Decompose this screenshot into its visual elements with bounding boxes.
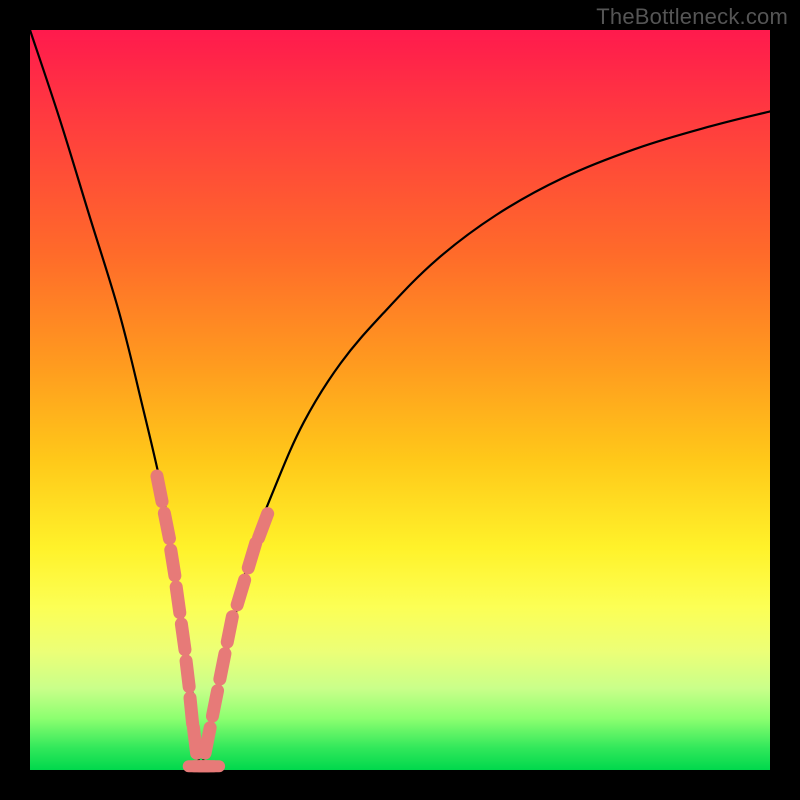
chart-frame: TheBottleneck.com <box>0 0 800 800</box>
marker-capsule <box>220 654 225 679</box>
bottleneck-curve <box>30 30 770 771</box>
marker-capsule <box>190 698 193 724</box>
marker-capsule <box>259 514 268 538</box>
marker-capsule <box>164 513 169 538</box>
marker-capsule <box>212 691 217 716</box>
marker-capsule <box>193 728 196 754</box>
marker-capsule <box>227 617 232 642</box>
chart-svg <box>30 30 770 770</box>
marker-capsule <box>171 550 175 576</box>
marker-capsule <box>157 476 162 501</box>
plot-area <box>30 30 770 770</box>
marker-cluster <box>157 476 268 766</box>
marker-capsule <box>248 543 255 568</box>
watermark-text: TheBottleneck.com <box>596 4 788 30</box>
marker-capsule <box>186 661 189 687</box>
marker-capsule <box>237 580 244 605</box>
marker-capsule <box>205 728 210 753</box>
marker-capsule <box>176 587 180 613</box>
marker-capsule <box>181 624 185 650</box>
